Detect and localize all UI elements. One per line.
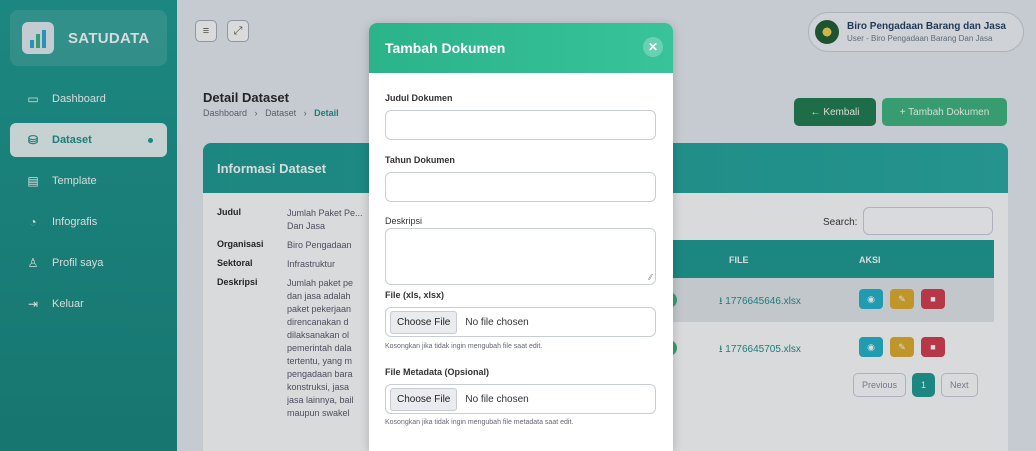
modal-title: Tambah Dokumen [385,40,506,56]
file-input[interactable]: Choose File No file chosen [385,307,656,337]
deskripsi-label: Deskripsi [385,216,423,226]
judul-label: Judul Dokumen [385,93,453,103]
file-hint: Kosongkan jika tidak ingin mengubah file… [385,343,543,350]
tahun-input[interactable] [385,172,656,202]
resize-grip-icon[interactable]: ⁄⁄ [649,273,652,282]
metadata-status: No file chosen [465,393,529,405]
metadata-label: File Metadata (Opsional) [385,367,490,377]
metadata-file-input[interactable]: Choose File No file chosen [385,384,656,414]
metadata-hint: Kosongkan jika tidak ingin mengubah file… [385,419,574,426]
judul-input[interactable] [385,110,656,140]
file-label: File (xls, xlsx) [385,290,445,300]
deskripsi-textarea[interactable]: ⁄⁄ [385,228,656,285]
tahun-label: Tahun Dokumen [385,155,455,165]
choose-metadata-button[interactable]: Choose File [390,387,458,411]
choose-file-button[interactable]: Choose File [390,310,458,334]
file-status: No file chosen [465,316,529,328]
add-document-modal: Tambah Dokumen ✕ Judul Dokumen Tahun Dok… [369,23,673,451]
close-icon[interactable]: ✕ [643,37,663,57]
